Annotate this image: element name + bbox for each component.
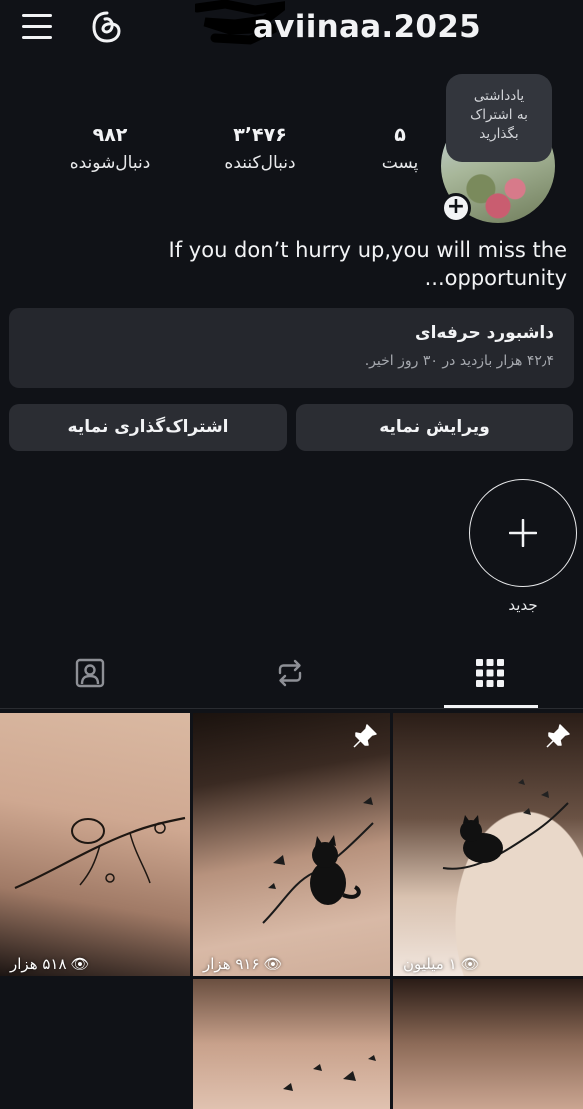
top-bar: aviinaa.2025 [0, 0, 583, 60]
followers-label: دنبال‌کننده [224, 153, 296, 173]
bio: If you don’t hurry up,you will miss the … [147, 236, 567, 292]
tattoo-butterfly-image [283, 1055, 376, 1091]
post-views: 👁۵۱۸ هزار [10, 955, 90, 973]
username[interactable]: aviinaa.2025 [253, 9, 481, 45]
active-tab-indicator [444, 705, 538, 708]
following-label: دنبال‌شونده [69, 153, 151, 173]
bio-line: If you don’t hurry up,you will miss the [168, 238, 567, 262]
pin-icon [353, 724, 377, 748]
views-count: ۵۱۸ هزار [10, 955, 67, 973]
post-tile[interactable] [393, 979, 583, 1109]
tattoo-cat-image [262, 797, 374, 924]
grid-icon [476, 659, 504, 687]
share-profile-button[interactable]: اشتراک‌گذاری نمایه [9, 404, 287, 451]
dashboard-subtitle: ۴۲٫۴ هزار بازدید در ۳۰ روز اخیر. [364, 353, 554, 369]
following-count: ۹۸۲ [92, 124, 128, 146]
tattoo-cat-image [14, 816, 186, 890]
professional-dashboard[interactable]: داشبورد حرفه‌ای ۴۲٫۴ هزار بازدید در ۳۰ ر… [9, 308, 574, 388]
stat-following[interactable]: ۹۸۲ دنبال‌شونده [55, 124, 165, 173]
stat-posts[interactable]: ۵ پست [355, 124, 445, 173]
edit-profile-button[interactable]: ویرایش نمایه [296, 404, 573, 451]
eye-icon: 👁 [263, 955, 283, 973]
post-views: 👁۱ میلیون [403, 955, 480, 973]
dashboard-title: داشبورد حرفه‌ای [415, 323, 554, 343]
bio-line: ...opportunity [424, 266, 567, 290]
views-count: ۱ میلیون [403, 955, 457, 973]
threads-icon[interactable] [90, 10, 124, 44]
pin-icon [546, 724, 570, 748]
tagged-icon [75, 658, 105, 688]
stat-followers[interactable]: ۳٬۴۷۶ دنبال‌کننده [210, 124, 310, 173]
add-story-icon[interactable]: + [441, 193, 471, 223]
followers-count: ۳٬۴۷۶ [233, 124, 287, 146]
post-views: 👁۹۱۶ هزار [203, 955, 283, 973]
new-highlight-label: جدید [508, 596, 538, 614]
note-bubble[interactable]: یادداشتی به اشتراک بگذارید [446, 74, 552, 162]
tab-reposts[interactable] [230, 645, 350, 707]
posts-label: پست [381, 153, 419, 173]
note-line: یادداشتی [473, 88, 525, 104]
profile-tabs [0, 645, 583, 709]
note-line: بگذارید [479, 126, 519, 142]
post-tile[interactable] [193, 979, 390, 1109]
tab-posts-grid[interactable] [430, 645, 550, 707]
post-tile[interactable]: 👁۱ میلیون [393, 713, 583, 976]
eye-icon: 👁 [460, 955, 480, 973]
menu-icon[interactable] [22, 14, 52, 42]
post-tile[interactable]: 👁۵۱۸ هزار [0, 713, 190, 976]
new-highlight-button[interactable] [469, 479, 577, 587]
reposts-icon [278, 659, 302, 687]
views-count: ۹۱۶ هزار [203, 955, 260, 973]
post-tile[interactable]: 👁۹۱۶ هزار [193, 713, 390, 976]
posts-count: ۵ [394, 124, 406, 146]
plus-icon [509, 519, 537, 547]
eye-icon: 👁 [70, 955, 90, 973]
tattoo-cat-image [442, 779, 569, 870]
tab-tagged[interactable] [30, 645, 150, 707]
note-line: به اشتراک [470, 107, 528, 123]
